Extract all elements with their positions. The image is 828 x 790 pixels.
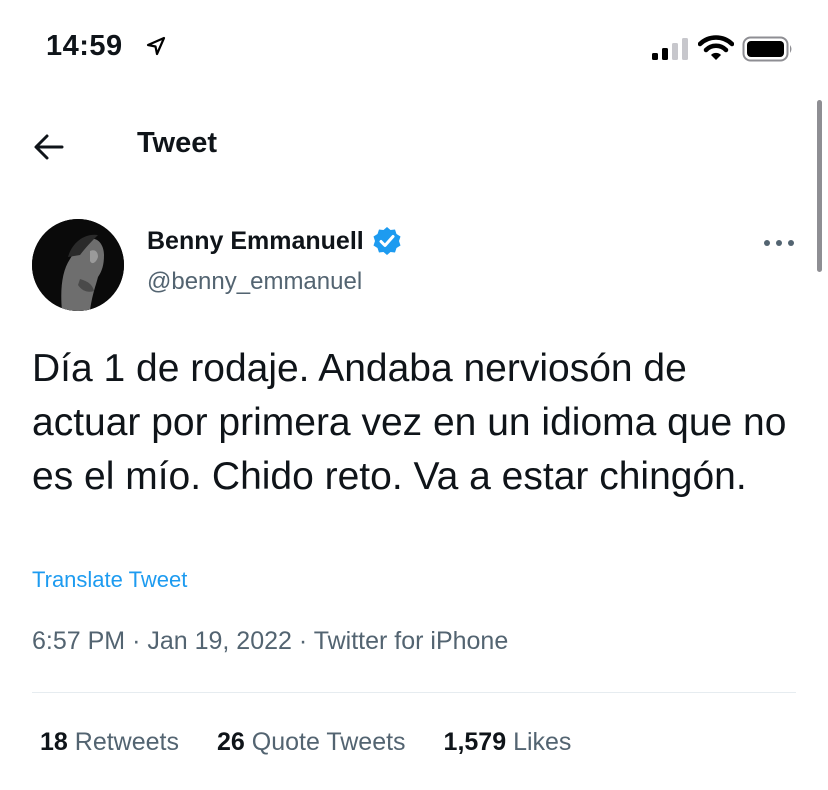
page-title: Tweet [137,127,218,159]
tweet-source[interactable]: Twitter for iPhone [314,627,509,655]
separator: · [298,627,308,655]
likes-stat[interactable]: 1,579 Likes [444,728,572,757]
divider [32,692,796,693]
battery-icon [742,36,792,62]
verified-badge-icon [373,227,401,255]
author-row: Benny Emmanuell [147,226,402,256]
avatar-photo [32,219,124,311]
likes-count: 1,579 [443,728,507,756]
back-arrow-icon[interactable] [32,132,66,162]
tweet-metadata: 6:57 PM · Jan 19, 2022 · Twitter for iPh… [32,627,508,656]
author-name[interactable]: Benny Emmanuell [147,227,364,256]
tweet-date: Jan 19, 2022 [147,627,292,655]
retweets-stat[interactable]: 18 Retweets [40,728,179,757]
location-arrow-icon [146,36,166,56]
retweets-count: 18 [40,728,68,756]
quote-tweets-label: Quote Tweets [251,728,406,756]
separator: · [132,627,141,655]
tweet-time: 6:57 PM [32,627,126,655]
cellular-signal-icon [652,38,688,60]
avatar[interactable] [32,219,124,311]
translate-tweet-link[interactable]: Translate Tweet [32,567,187,593]
tweet-text: Día 1 de rodaje. Andaba nerviosón de act… [32,347,787,498]
more-options-icon[interactable] [762,233,796,253]
status-time: 14:59 [46,30,123,62]
retweets-label: Retweets [74,728,179,756]
likes-label: Likes [513,728,572,756]
tweet-stats: 18 Retweets 26 Quote Tweets 1,579 Likes [40,728,609,757]
wifi-icon [698,35,734,60]
quote-tweets-count: 26 [216,728,245,756]
quote-tweets-stat[interactable]: 26 Quote Tweets [217,728,406,757]
scrollbar[interactable] [817,100,822,272]
author-handle[interactable]: @benny_emmanuel [147,268,362,296]
